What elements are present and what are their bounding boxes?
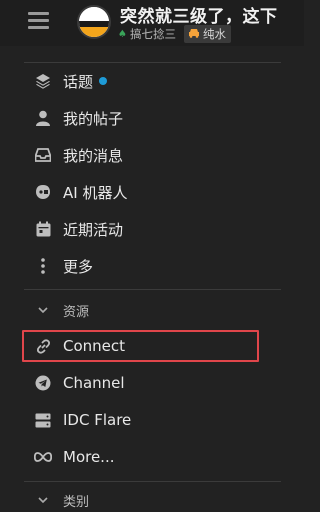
telegram-icon: [34, 374, 52, 392]
topic-breadcrumb: ♠ 搞七捻三 纯水: [118, 25, 231, 43]
more-vertical-icon: [34, 257, 52, 275]
leaf-icon: ♠: [118, 28, 127, 40]
unread-dot: [99, 77, 108, 85]
infinity-icon: [34, 448, 52, 466]
sidebar-item-label: 更多: [63, 257, 94, 276]
sidebar-item-recent-activity[interactable]: 近期活动: [24, 211, 281, 247]
divider: [24, 289, 281, 290]
topic-title[interactable]: 突然就三级了，这下: [120, 2, 278, 27]
sidebar-item-my-messages[interactable]: 我的消息: [24, 137, 281, 173]
section-heading: 类别: [63, 494, 90, 510]
divider: [24, 481, 281, 482]
tag-label: 纯水: [202, 27, 226, 41]
calendar-icon: [34, 220, 52, 238]
sidebar-item-label: 近期活动: [63, 220, 124, 239]
sidebar-item-label: IDC Flare: [63, 411, 132, 429]
sidebar-item-label: 我的帖子: [63, 109, 124, 128]
sidebar-item-more-resources[interactable]: More...: [24, 439, 281, 475]
sidebar-item-ai-bot[interactable]: AI 机器人: [24, 174, 281, 210]
category-link[interactable]: 搞七捻三: [130, 26, 176, 42]
chevron-down-icon: [34, 494, 52, 507]
topic-tag[interactable]: 纯水: [183, 25, 231, 43]
sidebar-item-topics[interactable]: 话题: [24, 63, 281, 99]
layers-icon: [34, 72, 52, 90]
sidebar-item-label: More...: [63, 448, 115, 466]
sidebar-item-idc-flare[interactable]: IDC Flare: [24, 402, 281, 438]
section-heading: 资源: [63, 304, 90, 320]
sidebar-item-channel[interactable]: Channel: [24, 365, 281, 401]
section-categories-toggle[interactable]: 类别: [24, 488, 281, 512]
sidebar-item-label: 话题: [63, 72, 94, 91]
car-icon: [188, 28, 200, 41]
sidebar: 话题 我的帖子 我的消息 AI 机器人 近期活动 更多 资源 Connect C…: [0, 46, 304, 510]
sidebar-item-label: Channel: [63, 374, 125, 392]
server-icon: [34, 411, 52, 429]
avatar[interactable]: [77, 5, 111, 39]
sidebar-item-label: AI 机器人: [63, 183, 128, 202]
hamburger-menu-icon[interactable]: [28, 12, 49, 30]
sidebar-item-more[interactable]: 更多: [24, 248, 281, 284]
robot-icon: [34, 183, 52, 201]
section-resources-toggle[interactable]: 资源: [24, 298, 281, 322]
sidebar-item-label: 我的消息: [63, 146, 124, 165]
inbox-icon: [34, 146, 52, 164]
user-icon: [34, 109, 52, 127]
sidebar-item-my-posts[interactable]: 我的帖子: [24, 100, 281, 136]
highlight-box: [22, 330, 259, 362]
chevron-down-icon: [34, 304, 52, 317]
topic-header: 突然就三级了，这下 ♠ 搞七捻三 纯水: [0, 0, 304, 46]
